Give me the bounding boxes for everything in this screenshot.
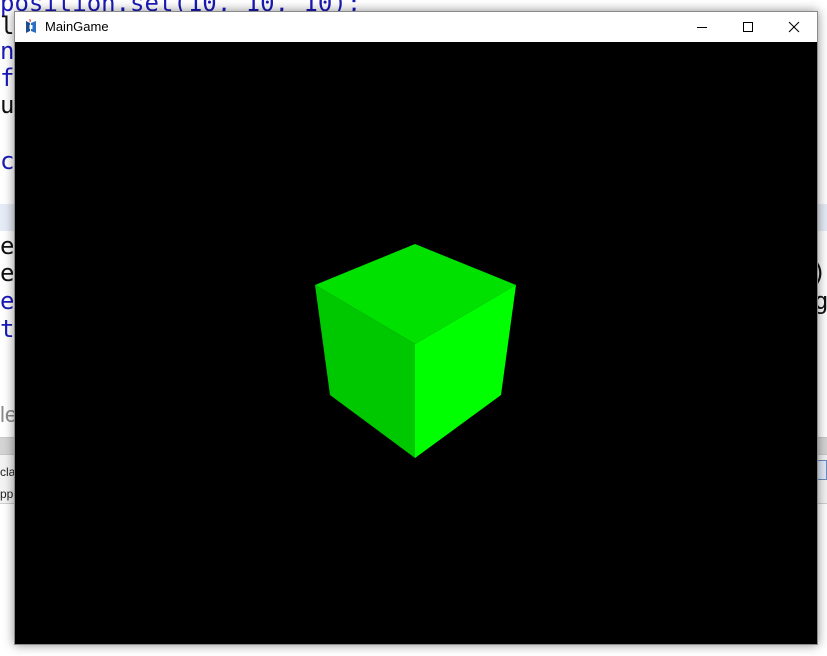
game-viewport[interactable]	[15, 42, 817, 644]
code-text: f	[0, 64, 15, 92]
green-cube	[315, 244, 516, 458]
minimize-icon	[696, 18, 708, 37]
java-coffee-cup-icon	[23, 19, 39, 35]
scene-canvas	[315, 244, 516, 458]
panel-tab[interactable]: pp	[0, 483, 14, 505]
panel-tab[interactable]: cla	[0, 461, 14, 483]
maximize-button[interactable]	[725, 12, 771, 42]
maximize-icon	[742, 18, 754, 37]
close-button[interactable]	[771, 12, 817, 42]
code-text: l	[0, 12, 15, 40]
code-text: n	[0, 37, 15, 65]
window-title: MainGame	[45, 19, 109, 34]
window-titlebar[interactable]: MainGame	[15, 12, 817, 42]
close-icon	[788, 18, 800, 37]
minimize-button[interactable]	[679, 12, 725, 42]
game-window: MainGame	[14, 11, 818, 645]
code-text: u	[0, 91, 15, 119]
